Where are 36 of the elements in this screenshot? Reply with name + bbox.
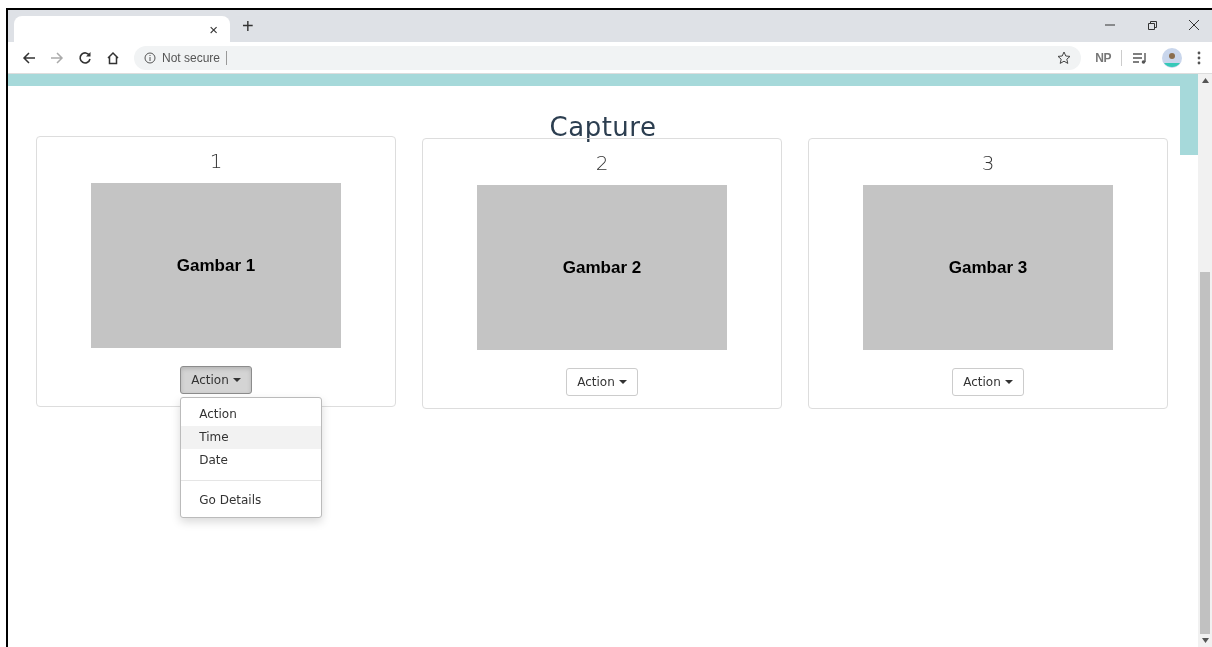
playlist-icon[interactable] [1132,50,1148,65]
info-icon [144,51,156,64]
card-number: 2 [595,151,609,175]
home-icon[interactable] [106,50,120,65]
action-dropdown-button[interactable]: Action [180,366,252,394]
address-bar[interactable]: Not secure [134,45,1082,70]
security-label: Not secure [162,50,221,65]
scrollbar[interactable] [1198,74,1212,647]
card-number: 3 [981,151,995,175]
action-dropdown-button[interactable]: Action [952,368,1024,396]
browser-tab[interactable]: × [14,16,230,42]
restore-icon[interactable] [1146,19,1158,31]
menu-item[interactable]: Time [181,426,322,449]
star-icon[interactable] [1057,50,1072,65]
action-dropdown-button[interactable]: Action [566,368,638,396]
avatar-icon[interactable] [1162,47,1182,68]
scroll-down-icon[interactable] [1201,638,1209,643]
menu-icon[interactable] [1196,50,1202,65]
card-number: 1 [209,149,223,173]
new-tab-button[interactable]: + [242,15,254,38]
image-label: Gambar 1 [176,255,256,276]
caret-icon [232,377,241,383]
image-label: Gambar 2 [562,257,642,278]
close-icon[interactable] [1188,19,1200,31]
back-icon[interactable] [22,50,36,65]
caret-icon [1004,379,1013,385]
menu-item[interactable]: Date [181,449,322,472]
menu-item[interactable]: Action [181,403,322,426]
scroll-up-icon[interactable] [1201,78,1209,83]
extension-button[interactable]: NP [1095,50,1111,65]
caret-icon [618,379,627,385]
page-title: Capture [548,112,658,142]
reload-icon[interactable] [78,50,92,65]
menu-item[interactable]: Go Details [181,489,322,512]
image-label: Gambar 3 [948,257,1028,278]
tab-close-button[interactable]: × [209,20,218,38]
